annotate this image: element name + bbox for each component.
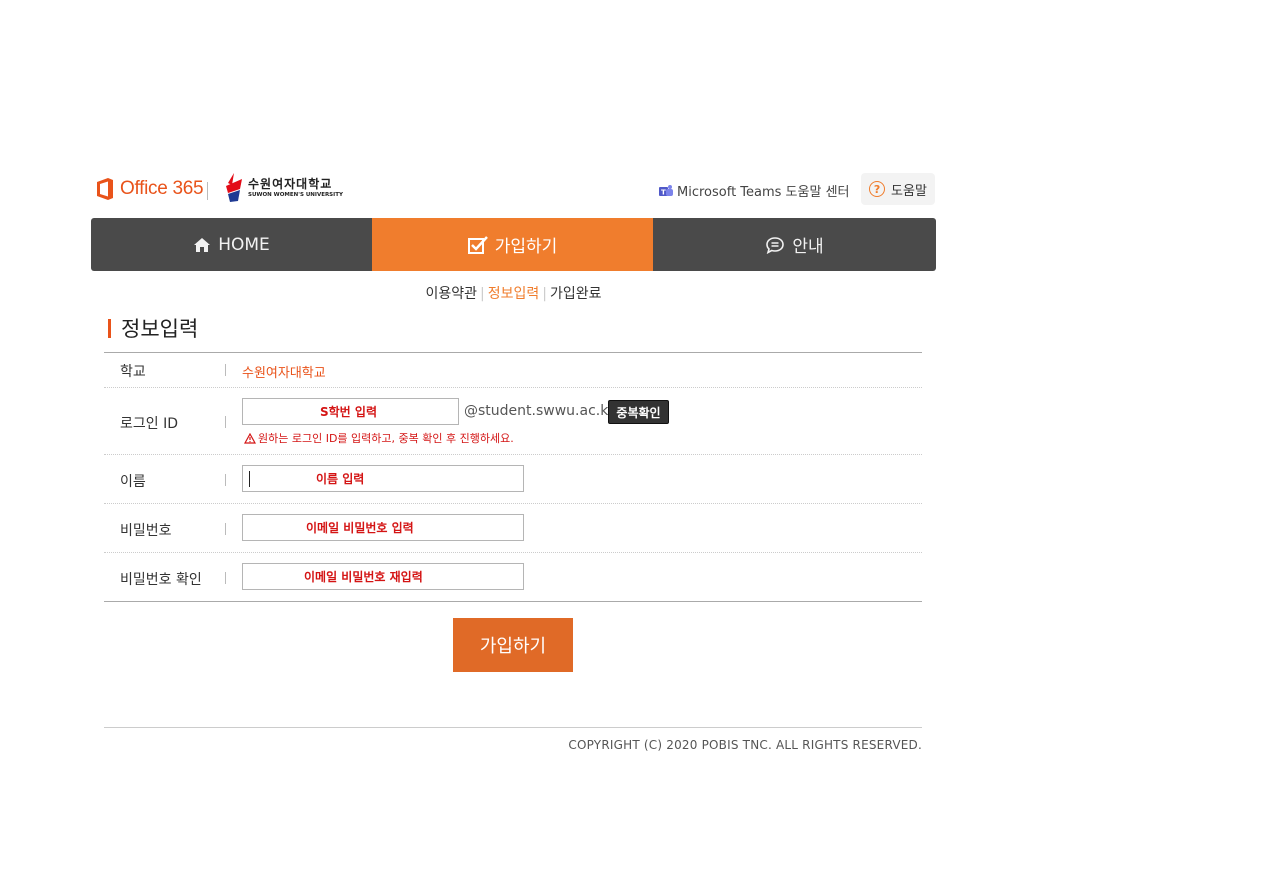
row-separator <box>225 572 226 584</box>
login-id-input[interactable]: S학번 입력 <box>242 398 459 425</box>
home-icon <box>194 237 211 252</box>
school-value: 수원여자대학교 <box>242 366 326 381</box>
university-name-en: SUWON WOMEN'S UNIVERSITY <box>248 192 343 198</box>
form-row-password-confirm: 비밀번호 확인 이메일 비밀번호 재입력 <box>104 552 922 601</box>
step-terms: 이용약관 <box>425 286 478 302</box>
form-row-name: 이름 이름 입력 <box>104 454 922 503</box>
copyright-text: COPYRIGHT (C) 2020 POBIS TNC. ALL RIGHTS… <box>568 738 922 752</box>
chat-icon <box>766 236 785 254</box>
help-button[interactable]: ? 도움말 <box>861 173 935 205</box>
page-title: 정보입력 <box>108 313 198 343</box>
row-separator <box>225 416 226 428</box>
password-confirm-placeholder: 이메일 비밀번호 재입력 <box>304 570 423 584</box>
page-title-text: 정보입력 <box>121 317 199 341</box>
university-name-ko: 수원여자대학교 <box>248 177 333 191</box>
duplicate-check-button[interactable]: 중복확인 <box>608 400 669 424</box>
checkbox-icon <box>467 235 488 254</box>
name-placeholder: 이름 입력 <box>316 472 365 486</box>
submit-signup-button[interactable]: 가입하기 <box>453 618 573 672</box>
form-row-school: 학교 수원여자대학교 <box>104 353 922 387</box>
password-label: 비밀번호 <box>120 523 172 539</box>
teams-help-link[interactable]: T Microsoft Teams 도움말 센터 <box>659 181 850 200</box>
tab-signup-label: 가입하기 <box>494 237 558 257</box>
row-separator <box>225 364 226 376</box>
step-separator: | <box>480 286 485 302</box>
text-caret <box>249 471 250 487</box>
office365-logo-text: Office 365 <box>120 178 204 199</box>
teams-icon: T <box>659 184 673 196</box>
tab-info[interactable]: 안내 <box>653 218 936 271</box>
tab-home-label: HOME <box>218 234 270 255</box>
office365-logo[interactable]: Office 365 <box>95 177 204 201</box>
help-icon: ? <box>869 181 886 197</box>
tab-home[interactable]: HOME <box>91 218 372 271</box>
tab-signup[interactable]: 가입하기 <box>372 218 653 271</box>
svg-text:T: T <box>661 188 666 196</box>
university-logo[interactable]: 수원여자대학교 SUWON WOMEN'S UNIVERSITY <box>224 173 343 203</box>
main-nav: HOME 가입하기 안내 <box>91 218 936 271</box>
password-input[interactable]: 이메일 비밀번호 입력 <box>242 514 524 541</box>
footer-divider <box>104 727 922 728</box>
logo-separator <box>207 182 208 200</box>
password-confirm-label: 비밀번호 확인 <box>120 572 202 588</box>
help-label: 도움말 <box>891 183 927 199</box>
title-accent-bar <box>108 318 111 338</box>
row-separator <box>225 474 226 486</box>
step-complete: 가입완료 <box>549 286 602 302</box>
tab-info-label: 안내 <box>792 237 824 257</box>
password-confirm-input[interactable]: 이메일 비밀번호 재입력 <box>242 563 524 590</box>
login-id-label: 로그인 ID <box>120 416 178 432</box>
login-id-warning-text: 원하는 로그인 ID를 입력하고, 중복 확인 후 진행하세요. <box>258 432 514 445</box>
row-separator <box>225 523 226 535</box>
login-id-warning: 원하는 로그인 ID를 입력하고, 중복 확인 후 진행하세요. <box>244 430 514 446</box>
form-row-login-id: 로그인 ID S학번 입력 @student.swwu.ac.kr 중복확인 원… <box>104 387 922 454</box>
signup-form: 학교 수원여자대학교 로그인 ID S학번 입력 @student.swwu.a… <box>104 352 922 602</box>
office-icon <box>97 178 113 200</box>
university-emblem-icon <box>226 173 242 202</box>
warning-icon <box>244 432 256 444</box>
header: Office 365 수원여자대학교 SUWON WOMEN'S UNIVERS… <box>91 170 936 210</box>
form-row-password: 비밀번호 이메일 비밀번호 입력 <box>104 503 922 552</box>
name-label: 이름 <box>120 474 146 490</box>
school-label: 학교 <box>120 364 146 380</box>
teams-help-text: Microsoft Teams 도움말 센터 <box>677 185 850 200</box>
login-id-placeholder: S학번 입력 <box>320 405 377 419</box>
email-domain: @student.swwu.ac.kr <box>464 403 615 419</box>
password-placeholder: 이메일 비밀번호 입력 <box>306 521 414 535</box>
step-separator: | <box>542 286 547 302</box>
step-indicator: 이용약관 | 정보입력 | 가입완료 <box>91 283 936 303</box>
name-input[interactable]: 이름 입력 <box>242 465 524 492</box>
step-info-input: 정보입력 <box>487 286 540 302</box>
